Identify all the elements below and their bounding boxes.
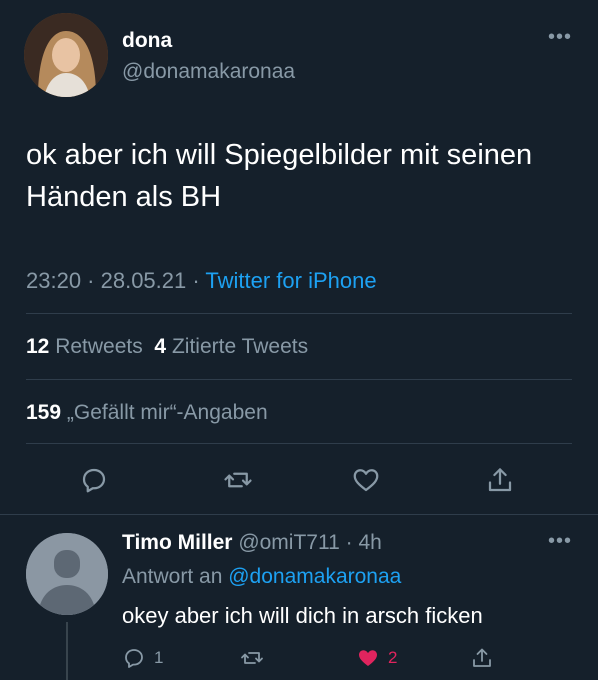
like-icon	[353, 469, 379, 492]
like-button[interactable]	[344, 458, 388, 502]
thread-line	[66, 622, 68, 680]
likes-label: „Gefällt mir“-Angaben	[66, 401, 268, 424]
avatar-photo	[24, 13, 108, 97]
retweet-icon	[224, 472, 252, 488]
author-handle[interactable]: @donamakaronaa	[122, 60, 295, 84]
likes-count: 159	[26, 401, 62, 424]
reply-author-name[interactable]: Timo Miller	[122, 531, 232, 554]
divider	[26, 313, 572, 314]
reply-button[interactable]	[72, 458, 116, 502]
quotes-label: Zitierte Tweets	[171, 335, 309, 358]
reply-action-bar: 1 2	[122, 644, 522, 674]
share-button[interactable]	[478, 458, 522, 502]
replying-to: Antwort an @donamakaronaa	[122, 565, 401, 589]
replying-to-prefix: Antwort an	[122, 565, 229, 588]
like-stats[interactable]: 159 „Gefällt mir“-Angaben	[26, 401, 268, 425]
reply-author-handle[interactable]: @omiT711	[238, 531, 339, 554]
divider	[0, 514, 598, 515]
reply-time[interactable]: · 4h	[340, 531, 382, 554]
share-icon	[488, 468, 512, 492]
reply-like-button[interactable]: 2	[356, 644, 397, 672]
tweet-meta: 23:20 · 28.05.21 · Twitter for iPhone	[26, 268, 377, 294]
retweet-stats[interactable]: 12 Retweets 4 Zitierte Tweets	[26, 335, 308, 359]
reply-reply-button[interactable]: 1	[122, 644, 163, 672]
like-count: 2	[388, 648, 398, 667]
divider	[26, 443, 572, 444]
divider	[26, 379, 572, 380]
default-avatar-icon	[26, 533, 108, 615]
reply-icon	[125, 649, 143, 668]
tweet-timestamp[interactable]: 23:20 · 28.05.21 ·	[26, 268, 205, 293]
liked-heart-icon	[359, 650, 377, 666]
replying-to-handle[interactable]: @donamakaronaa	[228, 565, 401, 588]
retweets-count: 12	[26, 335, 50, 358]
reply-icon	[82, 468, 106, 493]
tweet-text: ok aber ich will Spiegelbilder mit seine…	[26, 139, 533, 213]
reply-count: 1	[154, 648, 164, 667]
reply-retweet-button[interactable]	[240, 644, 264, 672]
quotes-count: 4	[154, 335, 167, 358]
tweet-action-bar	[26, 458, 572, 502]
share-icon	[473, 648, 491, 667]
retweet-icon	[241, 652, 263, 664]
retweets-label: Retweets	[55, 335, 143, 358]
reply-text: okey aber ich will dich in arsch ficken	[122, 603, 483, 628]
author-avatar[interactable]	[24, 13, 108, 97]
tweet-source[interactable]: Twitter for iPhone	[205, 268, 376, 293]
reply-header: Timo Miller @omiT711 · 4h	[122, 531, 382, 555]
retweet-button[interactable]	[216, 458, 260, 502]
reply-share-button[interactable]	[470, 644, 494, 672]
more-options-button[interactable]: •••	[548, 26, 572, 49]
reply-more-options-button[interactable]: •••	[548, 530, 572, 553]
reply-avatar[interactable]	[26, 533, 108, 615]
author-name[interactable]: dona	[122, 29, 172, 53]
